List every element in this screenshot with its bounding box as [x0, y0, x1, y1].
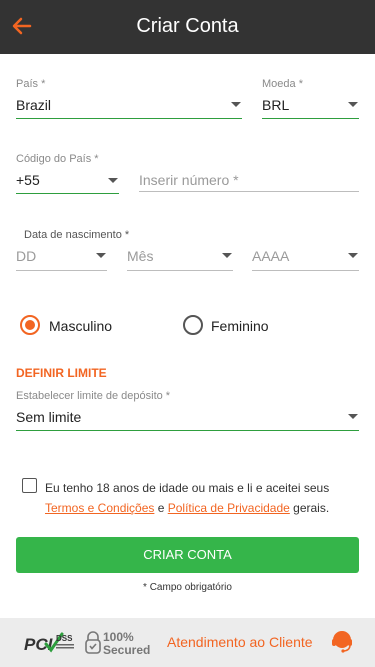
deposit-limit-select[interactable]: Sem limite	[16, 409, 81, 425]
birth-month-select[interactable]: Mês	[127, 248, 153, 264]
required-note: * Campo obrigatório	[143, 582, 232, 593]
terms-end-text: gerais.	[289, 501, 330, 515]
currency-underline	[262, 118, 359, 119]
currency-label: Moeda *	[262, 78, 303, 90]
gender-male-label[interactable]: Masculino	[49, 318, 112, 334]
secured-word-text: Secured	[103, 643, 150, 657]
birth-month-underline	[127, 270, 233, 271]
country-underline	[16, 118, 242, 119]
phone-input[interactable]: Inserir número *	[139, 172, 239, 188]
gender-female-label[interactable]: Feminino	[211, 318, 269, 334]
gender-male-radio[interactable]	[20, 315, 40, 335]
birth-day-select[interactable]: DD	[16, 248, 36, 264]
currency-select[interactable]: BRL	[262, 97, 289, 113]
app-header: Criar Conta	[0, 0, 375, 54]
terms-checkbox[interactable]	[22, 478, 37, 493]
chevron-down-icon	[348, 414, 358, 419]
create-account-button[interactable]: CRIAR CONTA	[16, 537, 359, 573]
birth-year-underline	[252, 270, 359, 271]
terms-link[interactable]: Termos e Condições	[45, 501, 154, 515]
privacy-link[interactable]: Política de Privacidade	[168, 501, 290, 515]
terms-text: Eu tenho 18 anos de idade ou mais e li e…	[45, 478, 365, 518]
deposit-limit-label: Estabelecer limite de depósito *	[16, 390, 171, 402]
chevron-down-icon	[348, 102, 358, 107]
country-code-underline	[16, 193, 119, 194]
terms-intro-text: Eu tenho 18 anos de idade ou mais e li e…	[45, 481, 330, 495]
chevron-down-icon	[108, 178, 118, 183]
chevron-down-icon	[231, 102, 241, 107]
country-label: País *	[16, 78, 46, 90]
headset-icon[interactable]	[331, 630, 353, 654]
birthdate-label: Data de nascimento *	[24, 229, 130, 241]
pci-dss-text: DSS	[56, 634, 73, 643]
customer-support-link[interactable]: Atendimento ao Cliente	[167, 634, 313, 650]
birth-day-underline	[16, 270, 107, 271]
chevron-down-icon	[222, 253, 232, 258]
birth-year-select[interactable]: AAAA	[252, 248, 289, 264]
country-code-label: Código do País *	[16, 153, 99, 165]
pci-dss-logo: PCI DSS	[24, 632, 74, 654]
gender-female-radio[interactable]	[183, 315, 203, 335]
page-title: Criar Conta	[136, 15, 239, 37]
chevron-down-icon	[96, 253, 106, 258]
limit-section-title: DEFINIR LIMITE	[16, 366, 107, 380]
terms-and-text: e	[154, 501, 168, 515]
country-select[interactable]: Brazil	[16, 97, 51, 113]
deposit-limit-underline	[16, 430, 359, 431]
footer: PCI DSS 100% Secured Atendimento ao Clie…	[0, 618, 375, 667]
phone-underline	[139, 191, 359, 192]
secured-percent-text: 100%	[103, 630, 134, 644]
country-code-select[interactable]: +55	[16, 172, 40, 188]
secured-lock-icon: 100% Secured	[85, 630, 150, 657]
chevron-down-icon	[348, 253, 358, 258]
pci-logo-text: PCI	[24, 635, 54, 654]
